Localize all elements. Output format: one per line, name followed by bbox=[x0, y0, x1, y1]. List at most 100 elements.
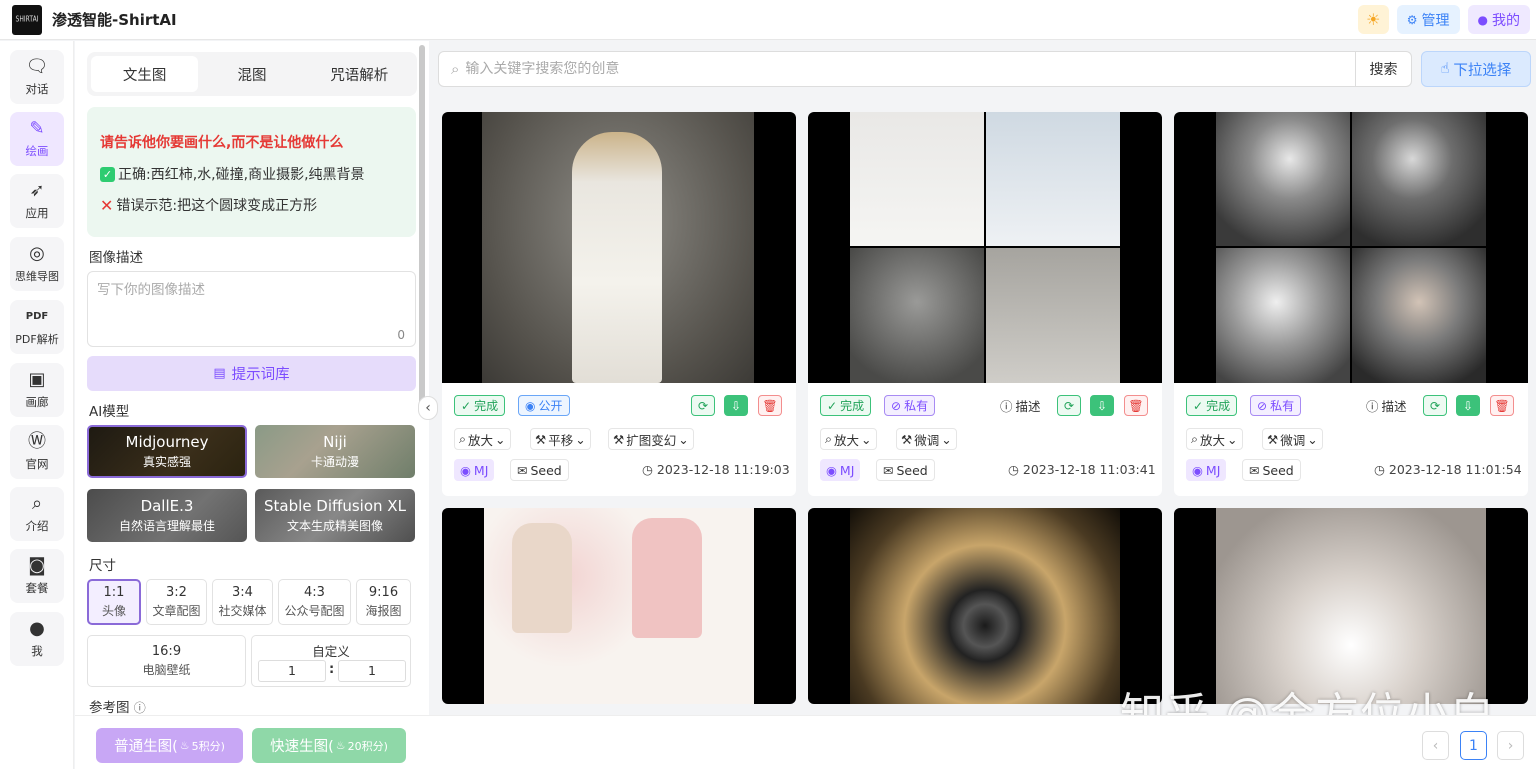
size-option-16-9[interactable]: 16:9 电脑壁纸 bbox=[87, 635, 246, 687]
generated-image[interactable] bbox=[1174, 112, 1528, 383]
nav-item-me[interactable]: ● 我 bbox=[10, 612, 64, 666]
visibility-badge[interactable]: ⊘ 私有 bbox=[1250, 395, 1302, 416]
app-title: 渗透智能-ShirtAI bbox=[52, 11, 177, 29]
search-icon: ⌕ bbox=[451, 60, 460, 78]
generated-image[interactable] bbox=[808, 508, 1162, 704]
flame-icon: ♨ bbox=[335, 739, 346, 752]
chevron-down-icon: ⌄ bbox=[678, 431, 689, 447]
nav-item-website[interactable]: Ⓦ 官网 bbox=[10, 425, 64, 479]
model-label: AI模型 bbox=[89, 404, 130, 420]
gallery-card[interactable] bbox=[442, 508, 796, 704]
seed-button[interactable]: ✉ Seed bbox=[510, 459, 569, 481]
visibility-badge[interactable]: ◉ 公开 bbox=[518, 395, 570, 416]
size-option-1-1[interactable]: 1:1 头像 bbox=[87, 579, 141, 625]
search-input[interactable] bbox=[465, 61, 1316, 77]
delete-trash-icon[interactable]: 🗑 bbox=[1490, 395, 1514, 416]
upscale-dropdown[interactable]: ⌕ 放大 ⌄ bbox=[820, 428, 877, 450]
admin-button[interactable]: ⚙ 管理 bbox=[1396, 5, 1460, 34]
download-cloud-icon[interactable]: ⇩ bbox=[724, 395, 748, 416]
clock-icon: ◷ bbox=[1374, 462, 1385, 477]
prompt-library-button[interactable]: ▤ 提示词库 bbox=[87, 356, 416, 391]
delete-trash-icon[interactable]: 🗑 bbox=[1124, 395, 1148, 416]
search-button[interactable]: 搜索 bbox=[1355, 51, 1412, 87]
dropdown-select-button[interactable]: ☝ 下拉选择 bbox=[1421, 51, 1531, 87]
model-sdxl[interactable]: Stable Diffusion XL 文本生成精美图像 bbox=[255, 489, 415, 542]
left-nav: 🗨 对话 ✎ 绘画 ➶ 应用 ◎ 思维导图 PDF PDF解析 ▣ 画廊 Ⓦ 官网 ⌕ 介绍 ◙… bbox=[0, 41, 74, 769]
nav-item-gallery[interactable]: ▣ 画廊 bbox=[10, 363, 64, 417]
eye-icon: ◉ bbox=[460, 462, 471, 478]
info-icon: ⓘ bbox=[1000, 399, 1013, 414]
nav-item-intro[interactable]: ⌕ 介绍 bbox=[10, 487, 64, 541]
size-label: 尺寸 bbox=[89, 558, 116, 574]
rocket-icon: ➶ bbox=[29, 180, 45, 201]
collapse-panel-chevron-left-icon[interactable]: ‹ bbox=[418, 396, 438, 420]
check-circle-icon: ✓ bbox=[1193, 398, 1204, 413]
gallery-card[interactable]: ✓ 完成 ⊘ 私有 ⓘ 描述 ⟳ ⇩ 🗑 ⌕ 放大 ⌄ ⚒ 微调 ⌄ ◉ MJ ✉ Seed ◷ … bbox=[808, 112, 1162, 496]
panel-scrollbar[interactable] bbox=[419, 45, 425, 405]
delete-trash-icon[interactable]: 🗑 bbox=[758, 395, 782, 416]
download-cloud-icon[interactable]: ⇩ bbox=[1456, 395, 1480, 416]
check-circle-icon: ✓ bbox=[461, 398, 472, 413]
nav-item-pdf[interactable]: PDF PDF解析 bbox=[10, 300, 64, 354]
model-dalle3[interactable]: DallE.3 自然语言理解最佳 bbox=[87, 489, 247, 542]
gallery-card[interactable] bbox=[1174, 508, 1528, 704]
mail-icon: ✉ bbox=[883, 462, 894, 478]
eye-icon: ◉ bbox=[826, 462, 837, 478]
fast-generate-button[interactable]: 快速生图(♨ 20积分) bbox=[252, 728, 406, 763]
gallery-card[interactable]: ✓ 完成 ◉ 公开 ⟳ ⇩ 🗑 ⌕ 放大 ⌄ ⚒ 平移 ⌄ ⚒ 扩图变幻 ⌄ ◉ MJ ✉ Seed… bbox=[442, 112, 796, 496]
desc-textarea[interactable] bbox=[88, 272, 415, 346]
refresh-icon[interactable]: ⟳ bbox=[691, 395, 715, 416]
model-midjourney[interactable]: Midjourney 真实感强 bbox=[87, 425, 247, 478]
app-logo[interactable]: SHIRTAI bbox=[12, 4, 42, 35]
normal-generate-button[interactable]: 普通生图(♨ 5积分) bbox=[96, 728, 243, 763]
tab-text-to-image[interactable]: 文生图 bbox=[91, 56, 199, 92]
nav-item-draw[interactable]: ✎ 绘画 bbox=[10, 112, 64, 166]
pan-dropdown[interactable]: ⚒ 平移 ⌄ bbox=[530, 428, 591, 450]
nav-item-chat[interactable]: 🗨 对话 bbox=[10, 50, 64, 104]
generated-image[interactable] bbox=[1174, 508, 1528, 704]
size-option-3-4[interactable]: 3:4 社交媒体 bbox=[212, 579, 273, 625]
generated-image[interactable] bbox=[442, 112, 796, 383]
eye-slash-icon: ⊘ bbox=[1257, 398, 1268, 413]
describe-button[interactable]: ⓘ 描述 bbox=[1360, 395, 1413, 416]
mine-button[interactable]: ● 我的 bbox=[1467, 5, 1530, 34]
tab-blend[interactable]: 混图 bbox=[198, 56, 305, 92]
refresh-icon[interactable]: ⟳ bbox=[1057, 395, 1081, 416]
custom-width-input[interactable]: 1 bbox=[258, 660, 326, 682]
nav-item-apps[interactable]: ➶ 应用 bbox=[10, 174, 64, 228]
describe-button[interactable]: ⓘ 描述 bbox=[994, 395, 1047, 416]
custom-height-input[interactable]: 1 bbox=[338, 660, 406, 682]
document-icon: ▤ bbox=[213, 366, 226, 381]
visibility-badge[interactable]: ⊘ 私有 bbox=[884, 395, 936, 416]
pager-page-1[interactable]: 1 bbox=[1460, 731, 1487, 760]
upscale-dropdown[interactable]: ⌕ 放大 ⌄ bbox=[1186, 428, 1243, 450]
nav-item-mindmap[interactable]: ◎ 思维导图 bbox=[10, 237, 64, 291]
gallery-card[interactable]: ✓ 完成 ⊘ 私有 ⓘ 描述 ⟳ ⇩ 🗑 ⌕ 放大 ⌄ ⚒ 微调 ⌄ ◉ MJ ✉ Seed ◷ … bbox=[1174, 112, 1528, 496]
generated-image[interactable] bbox=[442, 508, 796, 704]
size-option-3-2[interactable]: 3:2 文章配图 bbox=[146, 579, 207, 625]
outpaint-dropdown[interactable]: ⚒ 扩图变幻 ⌄ bbox=[608, 428, 694, 450]
download-cloud-icon[interactable]: ⇩ bbox=[1090, 395, 1114, 416]
custom-separator: : bbox=[329, 662, 335, 677]
vary-dropdown[interactable]: ⚒ 微调 ⌄ bbox=[896, 428, 957, 450]
pager-next-chevron-right-icon[interactable]: › bbox=[1497, 731, 1524, 760]
upscale-dropdown[interactable]: ⌕ 放大 ⌄ bbox=[454, 428, 511, 450]
model-niji[interactable]: Niji 卡通动漫 bbox=[255, 425, 415, 478]
pdf-icon: PDF bbox=[25, 311, 49, 322]
vary-dropdown[interactable]: ⚒ 微调 ⌄ bbox=[1262, 428, 1323, 450]
size-option-9-16[interactable]: 9:16 海报图 bbox=[356, 579, 411, 625]
gallery-card[interactable] bbox=[808, 508, 1162, 704]
generated-image[interactable] bbox=[808, 112, 1162, 383]
pager-prev-chevron-left-icon[interactable]: ‹ bbox=[1422, 731, 1449, 760]
chevron-down-icon: ⌄ bbox=[1227, 431, 1238, 447]
size-option-4-3[interactable]: 4:3 公众号配图 bbox=[278, 579, 351, 625]
mode-tabs: 文生图 混图 咒语解析 bbox=[87, 52, 417, 96]
tab-prompt-analysis[interactable]: 咒语解析 bbox=[306, 56, 413, 92]
user-icon: ● bbox=[1477, 12, 1488, 27]
seed-button[interactable]: ✉ Seed bbox=[1242, 459, 1301, 481]
theme-toggle-sun-icon[interactable]: ☀ bbox=[1357, 5, 1389, 34]
seed-button[interactable]: ✉ Seed bbox=[876, 459, 935, 481]
info-icon[interactable]: ⓘ bbox=[134, 701, 146, 715]
nav-item-plans[interactable]: ◙ 套餐 bbox=[10, 549, 64, 603]
refresh-icon[interactable]: ⟳ bbox=[1423, 395, 1447, 416]
